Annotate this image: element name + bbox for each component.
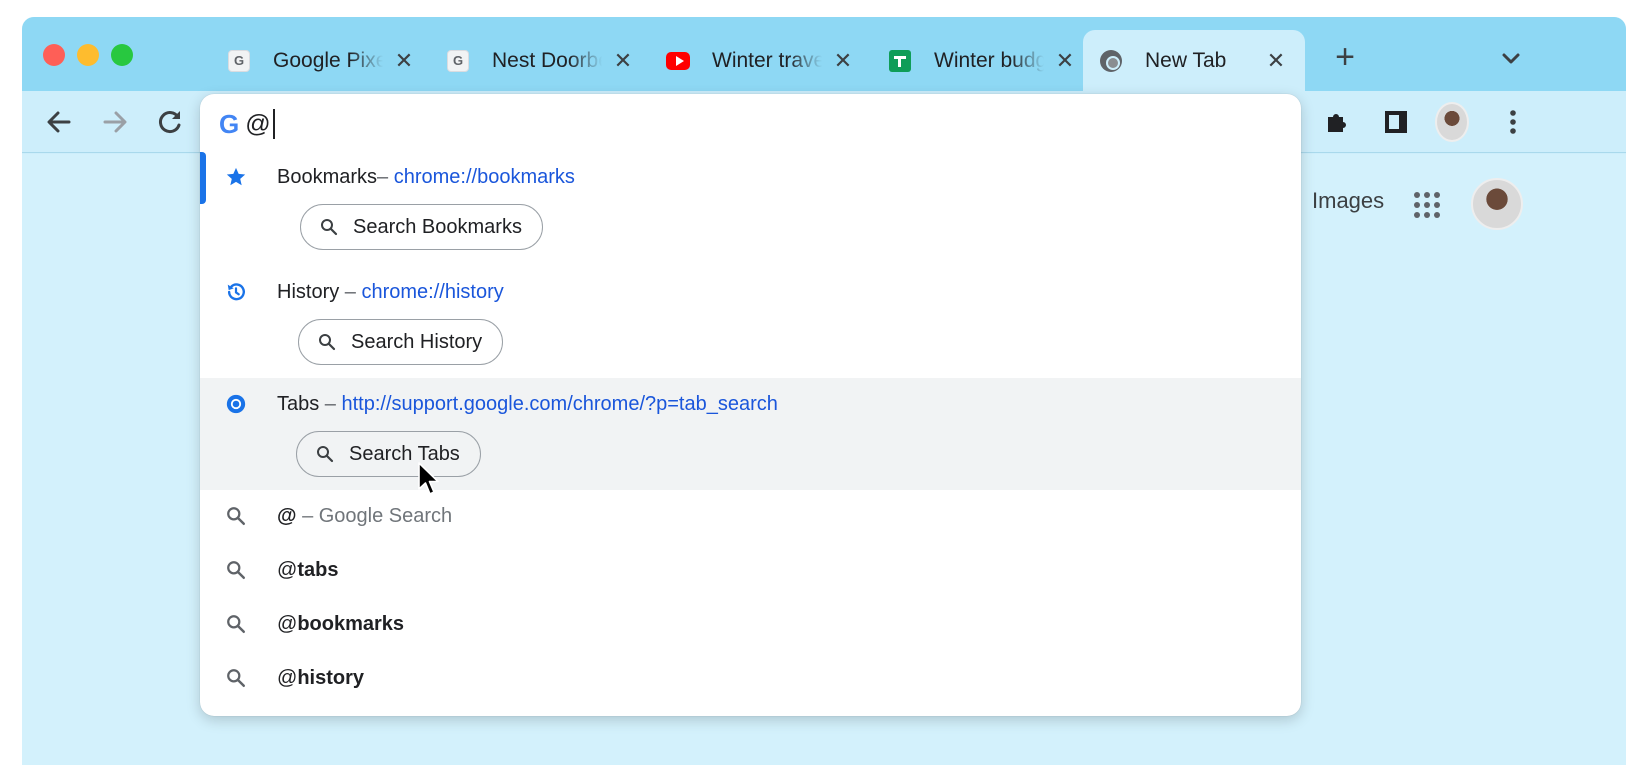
tab-search-button[interactable] [1498,45,1524,71]
back-button[interactable] [42,105,76,139]
more-vertical-icon [1510,110,1516,134]
suggestion-at-bookmarks[interactable]: @bookmarks [200,598,1301,652]
puzzle-piece-icon [1328,114,1346,132]
query-prefix: @ [277,613,298,635]
search-icon [224,612,248,636]
reload-button[interactable] [153,105,187,139]
chrome-icon [1099,49,1123,73]
google-logo-icon: G [219,108,240,139]
apps-grid-icon[interactable] [1414,192,1440,218]
tab-close-icon[interactable]: ✕ [612,48,634,74]
tab-nest-doorbell[interactable]: G Nest Doorbell ✕ [446,30,634,91]
suggestion-history[interactable]: History – chrome://history Search Histor… [200,266,1301,378]
sheets-icon [888,49,912,73]
star-icon [224,165,248,189]
side-panel-button[interactable] [1379,105,1413,139]
tab-strip: G Google Pixel ✕ G Nest Doorbell ✕ Winte… [22,17,1626,91]
search-icon [319,217,339,237]
tab-close-icon[interactable]: ✕ [1054,48,1076,74]
tab-title: Nest Doorbell [492,48,602,72]
minimize-window-button[interactable] [77,44,99,66]
query-completion: history [297,667,364,689]
reload-icon [159,111,181,134]
tab-close-icon[interactable]: ✕ [832,48,854,74]
chrome-icon [224,392,248,416]
query-prefix: @ [277,667,298,689]
arrow-right-icon [103,111,127,133]
new-tab-button[interactable]: + [1330,39,1360,75]
youtube-icon [666,49,690,73]
google-g-icon: G [446,49,470,73]
search-history-button[interactable]: Search History [298,319,504,365]
tab-google-pixel[interactable]: G Google Pixel ✕ [227,30,415,91]
suggestion-query: @ [277,505,297,527]
tab-title: Google Pixel [273,48,383,72]
suggestion-tabs[interactable]: Tabs – http://support.google.com/chrome/… [200,378,1301,490]
suggestion-url: chrome://history [361,281,504,303]
button-label: Search Tabs [349,442,460,465]
mouse-cursor-icon [418,462,439,495]
suggestion-bookmarks[interactable]: Bookmarks– chrome://bookmarks Search Boo… [200,152,1301,266]
text-caret [272,109,275,139]
search-icon [317,332,337,352]
search-icon [224,558,248,582]
tab-title: Winter travel [712,48,822,72]
suggestion-title: Bookmarks [277,166,378,188]
omnibox-query: @ [245,109,271,138]
suggestion-url: http://support.google.com/chrome/?p=tab_… [341,393,778,415]
suggestion-description: – Google Search [296,505,453,527]
account-avatar[interactable] [1471,178,1523,230]
suggestion-title: History [277,281,340,303]
arrow-left-icon [47,111,71,133]
query-completion: tabs [297,559,339,581]
suggestion-at-history[interactable]: @history [200,652,1301,706]
query-prefix: @ [277,559,298,581]
images-link[interactable]: Images [1312,188,1384,214]
suggestion-google-search[interactable]: @ – Google Search [200,490,1301,544]
suggestion-url: chrome://bookmarks [393,166,575,188]
button-label: Search Bookmarks [353,215,522,238]
search-icon [224,666,248,690]
suggestion-separator: – [319,393,342,415]
search-bookmarks-button[interactable]: Search Bookmarks [300,204,543,250]
omnibox-input[interactable]: G @ [219,104,275,144]
tab-title: New Tab [1145,48,1227,72]
tab-title: Winter budget [934,48,1044,72]
extensions-button[interactable] [1320,105,1354,139]
google-g-icon: G [227,49,251,73]
suggestion-separator: – [339,281,362,303]
tab-new-tab[interactable]: New Tab ✕ [1083,30,1305,91]
suggestion-separator: – [377,166,394,188]
side-panel-icon [1385,111,1407,133]
chevron-down-icon [1502,53,1520,64]
avatar [1435,102,1469,142]
search-tabs-button[interactable]: Search Tabs [296,431,481,477]
search-icon [224,504,248,528]
suggestion-at-tabs[interactable]: @tabs [200,544,1301,598]
query-completion: bookmarks [297,613,405,635]
search-icon [315,444,335,464]
zoom-window-button[interactable] [111,44,133,66]
omnibox-dropdown: G @ Bookmarks– chrome://bookmarks Search… [200,94,1301,716]
menu-button[interactable] [1496,105,1530,139]
profile-button[interactable] [1435,102,1469,142]
selection-indicator [200,152,206,204]
tab-winter-budget[interactable]: Winter budget ✕ [888,30,1076,91]
tab-close-icon[interactable]: ✕ [393,48,415,74]
tab-winter-travel[interactable]: Winter travel ✕ [666,30,854,91]
close-window-button[interactable] [43,44,65,66]
suggestion-title: Tabs [277,393,320,415]
button-label: Search History [351,330,483,353]
history-icon [224,280,248,304]
tab-close-icon[interactable]: ✕ [1265,48,1287,74]
forward-button[interactable] [98,105,132,139]
